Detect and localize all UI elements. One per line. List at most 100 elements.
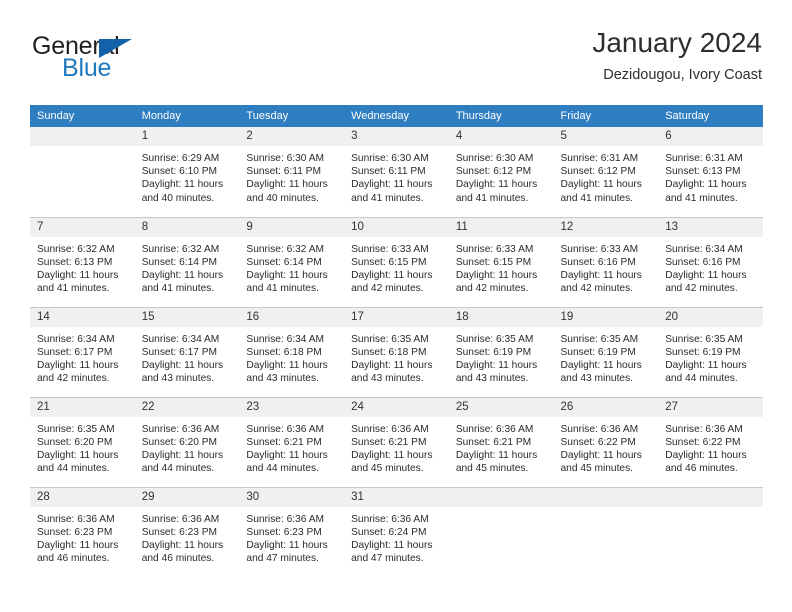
daylight-text-line1: Daylight: 11 hours [37,539,119,551]
day-number: 26 [553,397,659,417]
sunrise-text: Sunrise: 6:36 AM [665,423,743,435]
sunrise-text: Sunrise: 6:35 AM [560,333,639,345]
day-cell[interactable]: 17 Sunrise: 6:35 AM Sunset: 6:18 PM Dayl… [344,306,449,397]
day-cell[interactable]: 22 Sunrise: 6:36 AM Sunset: 6:20 PM Dayl… [134,396,240,487]
day-number: 13 [658,217,763,237]
daylight-text-line1: Daylight: 11 hours [351,269,433,281]
day-cell[interactable]: 31 Sunrise: 6:36 AM Sunset: 6:24 PM Dayl… [344,486,449,577]
day-details: Sunrise: 6:36 AM Sunset: 6:21 PM Dayligh… [449,417,554,476]
brand-name-blue: Blue [62,54,112,82]
day-cell[interactable]: 6 Sunrise: 6:31 AM Sunset: 6:13 PM Dayli… [658,127,763,217]
day-number: 11 [448,217,554,237]
daylight-text-line2: and 45 minutes. [560,463,634,475]
day-cell[interactable]: 24 Sunrise: 6:36 AM Sunset: 6:21 PM Dayl… [344,396,449,487]
sunrise-text: Sunrise: 6:35 AM [351,333,429,345]
day-number: 31 [344,487,449,507]
day-number: 8 [134,217,240,237]
day-cell[interactable]: 23 Sunrise: 6:36 AM Sunset: 6:21 PM Dayl… [239,396,345,487]
day-cell[interactable]: 7 Sunrise: 6:32 AM Sunset: 6:13 PM Dayli… [30,216,135,307]
day-details: Sunrise: 6:35 AM Sunset: 6:18 PM Dayligh… [344,327,449,386]
brand-logo[interactable]: General Blue [30,30,240,92]
day-cell[interactable]: 14 Sunrise: 6:34 AM Sunset: 6:17 PM Dayl… [30,306,135,397]
daylight-text-line2: and 42 minutes. [665,283,738,295]
day-cell[interactable]: 29 Sunrise: 6:36 AM Sunset: 6:23 PM Dayl… [134,486,240,577]
daylight-text-line2: and 41 minutes. [351,192,424,204]
daylight-text-line1: Daylight: 11 hours [141,269,224,281]
sunset-text: Sunset: 6:23 PM [246,526,322,538]
day-details: Sunrise: 6:36 AM Sunset: 6:23 PM Dayligh… [239,507,344,566]
daylight-text-line2: and 44 minutes. [141,463,215,475]
day-number: 1 [134,127,240,146]
day-cell[interactable]: 18 Sunrise: 6:35 AM Sunset: 6:19 PM Dayl… [448,306,554,397]
daylight-text-line1: Daylight: 11 hours [351,359,433,371]
page-subtitle: Dezidougou, Ivory Coast [603,67,762,83]
sunset-text: Sunset: 6:11 PM [246,166,321,178]
daylight-text-line2: and 46 minutes. [37,553,110,565]
daylight-text-line1: Daylight: 11 hours [141,359,224,371]
day-cell[interactable]: 9 Sunrise: 6:32 AM Sunset: 6:14 PM Dayli… [239,216,345,307]
day-cell[interactable]: 4 Sunrise: 6:30 AM Sunset: 6:12 PM Dayli… [448,127,554,217]
day-number: 28 [30,487,135,507]
sunset-text: Sunset: 6:13 PM [37,256,113,268]
day-cell[interactable]: 27 Sunrise: 6:36 AM Sunset: 6:22 PM Dayl… [658,396,763,487]
day-cell[interactable]: 13 Sunrise: 6:34 AM Sunset: 6:16 PM Dayl… [658,216,763,307]
calendar-body: 1 Sunrise: 6:29 AM Sunset: 6:10 PM Dayli… [30,127,763,577]
day-cell[interactable]: 25 Sunrise: 6:36 AM Sunset: 6:21 PM Dayl… [448,396,554,487]
day-cell[interactable]: 10 Sunrise: 6:33 AM Sunset: 6:15 PM Dayl… [344,216,449,307]
day-details: Sunrise: 6:31 AM Sunset: 6:12 PM Dayligh… [554,146,659,205]
calendar-page: General Blue January 2024 Dezidougou, Iv… [0,0,792,612]
daylight-text-line2: and 47 minutes. [351,553,424,565]
daylight-text-line1: Daylight: 11 hours [351,179,433,191]
day-cell[interactable]: 15 Sunrise: 6:34 AM Sunset: 6:17 PM Dayl… [134,306,240,397]
daylight-text-line2: and 42 minutes. [560,283,634,295]
day-number [30,127,135,146]
day-cell[interactable]: 12 Sunrise: 6:33 AM Sunset: 6:16 PM Dayl… [553,216,659,307]
sunrise-text: Sunrise: 6:35 AM [37,423,115,435]
day-cell [658,486,763,577]
day-cell [30,127,135,217]
day-cell[interactable]: 11 Sunrise: 6:33 AM Sunset: 6:15 PM Dayl… [448,216,554,307]
daylight-text-line1: Daylight: 11 hours [141,539,224,551]
day-cell[interactable]: 21 Sunrise: 6:35 AM Sunset: 6:20 PM Dayl… [30,396,135,487]
day-cell[interactable]: 19 Sunrise: 6:35 AM Sunset: 6:19 PM Dayl… [553,306,659,397]
day-cell[interactable]: 2 Sunrise: 6:30 AM Sunset: 6:11 PM Dayli… [239,127,345,217]
day-cell[interactable]: 16 Sunrise: 6:34 AM Sunset: 6:18 PM Dayl… [239,306,345,397]
sunrise-text: Sunrise: 6:36 AM [141,513,220,525]
day-cell [553,486,659,577]
day-number: 4 [448,127,554,146]
calendar-week-row: 7 Sunrise: 6:32 AM Sunset: 6:13 PM Dayli… [30,216,763,307]
day-number: 27 [658,397,763,417]
sunset-text: Sunset: 6:16 PM [560,256,636,268]
day-details: Sunrise: 6:33 AM Sunset: 6:15 PM Dayligh… [344,237,449,296]
daylight-text-line2: and 46 minutes. [665,463,738,475]
daylight-text-line1: Daylight: 11 hours [351,449,433,461]
sunrise-text: Sunrise: 6:31 AM [560,153,639,164]
sunrise-text: Sunrise: 6:30 AM [246,153,324,164]
day-details: Sunrise: 6:35 AM Sunset: 6:19 PM Dayligh… [554,327,659,386]
day-details: Sunrise: 6:34 AM Sunset: 6:17 PM Dayligh… [30,327,135,386]
day-number: 7 [30,217,135,237]
day-cell[interactable]: 1 Sunrise: 6:29 AM Sunset: 6:10 PM Dayli… [134,127,240,217]
sunset-text: Sunset: 6:14 PM [246,256,322,268]
day-cell[interactable]: 5 Sunrise: 6:31 AM Sunset: 6:12 PM Dayli… [553,127,659,217]
daylight-text-line2: and 42 minutes. [351,283,424,295]
day-cell[interactable]: 20 Sunrise: 6:35 AM Sunset: 6:19 PM Dayl… [658,306,763,397]
day-cell[interactable]: 30 Sunrise: 6:36 AM Sunset: 6:23 PM Dayl… [239,486,345,577]
sunset-text: Sunset: 6:24 PM [351,526,427,538]
day-cell[interactable]: 8 Sunrise: 6:32 AM Sunset: 6:14 PM Dayli… [134,216,240,307]
day-number: 18 [448,307,554,327]
weekday-header-wednesday: Wednesday [344,105,449,127]
sunrise-text: Sunrise: 6:33 AM [560,243,639,255]
day-cell[interactable]: 26 Sunrise: 6:36 AM Sunset: 6:22 PM Dayl… [553,396,659,487]
sunrise-text: Sunrise: 6:36 AM [246,423,324,435]
weekday-header-sunday: Sunday [30,105,135,127]
sunrise-text: Sunrise: 6:36 AM [351,423,429,435]
daylight-text-line1: Daylight: 11 hours [37,359,119,371]
day-cell[interactable]: 3 Sunrise: 6:30 AM Sunset: 6:11 PM Dayli… [344,127,449,217]
weekday-header-friday: Friday [553,105,659,127]
day-number: 9 [239,217,345,237]
sunset-text: Sunset: 6:20 PM [37,436,113,448]
day-cell[interactable]: 28 Sunrise: 6:36 AM Sunset: 6:23 PM Dayl… [30,486,135,577]
sunset-text: Sunset: 6:16 PM [665,256,741,268]
sunrise-text: Sunrise: 6:34 AM [141,333,220,345]
